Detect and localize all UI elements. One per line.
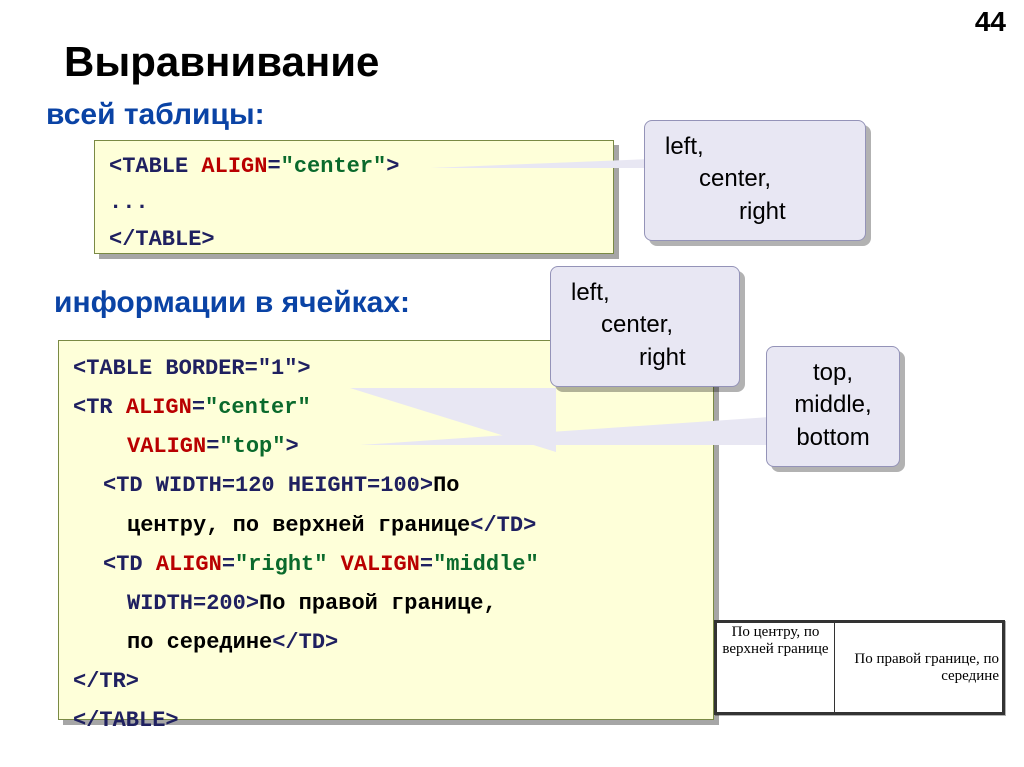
code-text: </TABLE> xyxy=(73,708,179,733)
callout-line: middle, xyxy=(787,389,879,421)
code-text: > xyxy=(386,154,399,179)
callout-line: top, xyxy=(787,357,879,389)
callout-pointer xyxy=(430,159,650,168)
code-value: "center" xyxy=(205,395,311,420)
callout-line: center, xyxy=(571,309,719,341)
callout-line: center, xyxy=(665,163,845,195)
sample-cell-right-middle: По правой границе, по середине xyxy=(835,623,1003,713)
code-value: "right" xyxy=(235,552,327,577)
code-text: = xyxy=(222,552,235,577)
code-attr: ALIGN xyxy=(156,552,222,577)
code-text: </TR> xyxy=(73,669,139,694)
callout-pointer xyxy=(360,417,770,445)
code-text: <TABLE xyxy=(109,154,201,179)
code-value: "middle" xyxy=(433,552,539,577)
code-text: WIDTH=200> xyxy=(127,591,259,616)
code-text: = xyxy=(192,395,205,420)
rendered-output-sample: По центру, по верхней границе По правой … xyxy=(714,620,1005,715)
callout-align-values-1: left, center, right xyxy=(644,120,866,241)
code-text: <TR xyxy=(73,395,126,420)
slide-title: Выравнивание xyxy=(64,38,379,86)
sample-cell-top-center: По центру, по верхней границе xyxy=(717,623,835,713)
code-text: = xyxy=(206,434,219,459)
code-text: </TD> xyxy=(470,513,536,538)
code-attr: VALIGN xyxy=(341,552,420,577)
code-attr: VALIGN xyxy=(127,434,206,459)
code-plain: по середине xyxy=(127,630,272,655)
code-text: = xyxy=(420,552,433,577)
sample-table: По центру, по верхней границе По правой … xyxy=(716,622,1003,713)
code-plain: центру, по верхней границе xyxy=(127,513,470,538)
code-plain xyxy=(327,552,340,577)
callout-line: bottom xyxy=(787,422,879,454)
subtitle-whole-table: всей таблицы: xyxy=(46,98,265,132)
code-text: </TABLE> xyxy=(109,227,215,252)
subtitle-cells: информации в ячейках: xyxy=(54,286,410,320)
code-text: <TABLE BORDER="1"> xyxy=(73,356,311,381)
callout-valign-values: top, middle, bottom xyxy=(766,346,900,467)
code-text: > xyxy=(285,434,298,459)
page-number: 44 xyxy=(975,6,1006,38)
code-value: "top" xyxy=(219,434,285,459)
table-row: По центру, по верхней границе По правой … xyxy=(717,623,1003,713)
callout-line: right xyxy=(665,196,845,228)
code-text: ... xyxy=(109,190,149,215)
code-text: </TD> xyxy=(272,630,338,655)
code-plain: По xyxy=(433,473,459,498)
slide-root: 44 Выравнивание всей таблицы: <TABLE ALI… xyxy=(0,0,1024,767)
callout-line: left, xyxy=(571,277,719,309)
callout-line: left, xyxy=(665,131,845,163)
callout-align-values-2: left, center, right xyxy=(550,266,740,387)
code-attr: ALIGN xyxy=(126,395,192,420)
code-text: <TD xyxy=(103,552,156,577)
code-value: "center" xyxy=(281,154,387,179)
code-block-table-align: <TABLE ALIGN="center"> ... </TABLE> xyxy=(94,140,614,254)
code-text: <TD WIDTH=120 HEIGHT=100> xyxy=(103,473,433,498)
code-plain: По правой границе, xyxy=(259,591,497,616)
code-attr: ALIGN xyxy=(201,154,267,179)
callout-line: right xyxy=(571,342,719,374)
code-text: = xyxy=(267,154,280,179)
